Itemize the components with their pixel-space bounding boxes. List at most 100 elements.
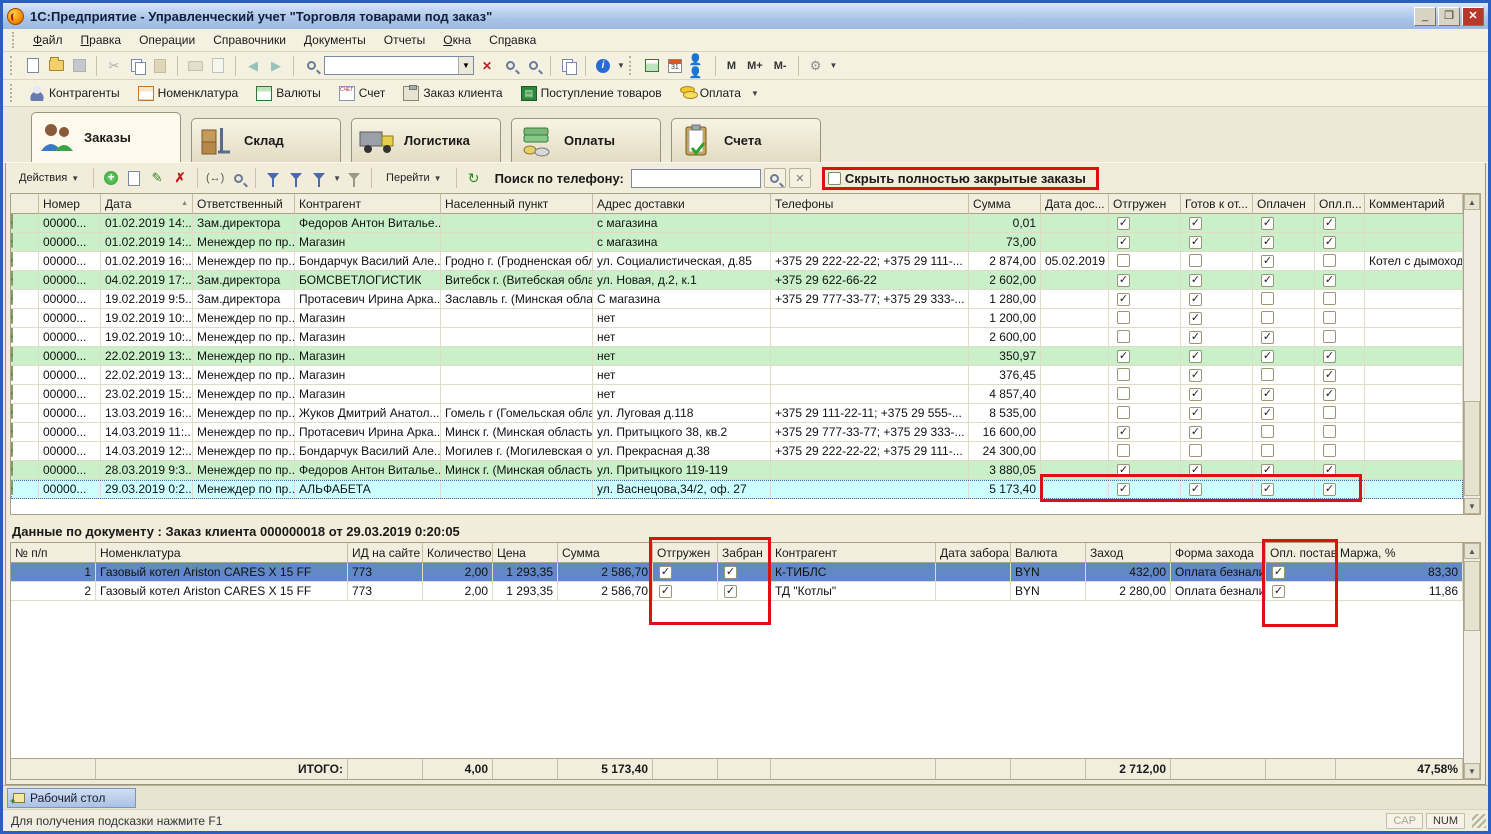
ready-checkbox[interactable]: ✓	[1189, 388, 1202, 401]
orders-scroll-thumb[interactable]	[1464, 401, 1480, 496]
minimize-button[interactable]: _	[1414, 7, 1436, 26]
doc-vertical-scrollbar[interactable]: ▲ ▼	[1464, 542, 1481, 780]
paid2-checkbox[interactable]	[1323, 406, 1336, 419]
ready-checkbox[interactable]: ✓	[1189, 407, 1202, 420]
order-row-1[interactable]: 00000...01.02.2019 14:...Зам.директораФе…	[11, 214, 1463, 233]
doc-scroll-down-icon[interactable]: ▼	[1464, 763, 1480, 779]
orders-col-icon[interactable]	[11, 194, 39, 214]
memory-plus-button[interactable]: M+	[743, 58, 767, 74]
ready-checkbox[interactable]	[1189, 444, 1202, 457]
order-row-3[interactable]: 00000...01.02.2019 16:...Менеждер по пр.…	[11, 252, 1463, 271]
shipped-checkbox[interactable]	[1117, 254, 1130, 267]
refresh-icon[interactable]: ↻	[464, 168, 484, 188]
add-row-icon[interactable]: +	[101, 168, 121, 188]
paid-checkbox[interactable]	[1261, 311, 1274, 324]
orders-col-phones[interactable]: Телефоны	[771, 194, 969, 214]
wrench-icon[interactable]: ⚙	[806, 56, 826, 76]
cut-icon[interactable]: ✂	[104, 56, 124, 76]
menu-item-1[interactable]: Файл	[24, 31, 72, 49]
menu-item-6[interactable]: Отчеты	[375, 31, 434, 49]
order-row-6[interactable]: 00000...19.02.2019 10:...Менеждер по пр.…	[11, 309, 1463, 328]
orders-col-shipped[interactable]: Отгружен	[1109, 194, 1181, 214]
orders-col-contr[interactable]: Контрагент	[295, 194, 441, 214]
close-button[interactable]: ✕	[1462, 7, 1484, 26]
ready-checkbox[interactable]: ✓	[1189, 236, 1202, 249]
menu-item-8[interactable]: Справка	[480, 31, 545, 49]
orders-col-addr[interactable]: Адрес доставки	[593, 194, 771, 214]
order-row-9[interactable]: 00000...22.02.2019 13:...Менеждер по пр.…	[11, 366, 1463, 385]
paid-checkbox[interactable]	[1261, 368, 1274, 381]
paid2-checkbox[interactable]	[1323, 425, 1336, 438]
ready-checkbox[interactable]: ✓	[1189, 293, 1202, 306]
paid-checkbox[interactable]: ✓	[1261, 274, 1274, 287]
paid-checkbox[interactable]: ✓	[1261, 236, 1274, 249]
quick-button-contragents[interactable]: Контрагенты	[23, 83, 126, 104]
doc-col-site_id[interactable]: ИД на сайте	[348, 543, 423, 563]
ready-checkbox[interactable]	[1189, 254, 1202, 267]
doc-col-margin[interactable]: Маржа, %	[1336, 543, 1463, 563]
add-copy-icon[interactable]	[124, 168, 144, 188]
quick-toolbar-overflow-icon[interactable]: ▼	[751, 89, 759, 98]
shipped-checkbox[interactable]: ✓	[1117, 464, 1130, 477]
delete-icon[interactable]: ✗	[170, 168, 190, 188]
tab-orders[interactable]: Заказы	[31, 112, 181, 162]
shipped-checkbox[interactable]	[1117, 311, 1130, 324]
shipped-checkbox[interactable]: ✓	[1117, 236, 1130, 249]
paid-checkbox[interactable]: ✓	[1261, 388, 1274, 401]
paid2-checkbox[interactable]: ✓	[1323, 217, 1336, 230]
menu-item-7[interactable]: Окна	[434, 31, 480, 49]
tab-logistics[interactable]: Логистика	[351, 118, 501, 162]
doc-row-2[interactable]: 2Газовый котел Ariston CARES X 15 FF7732…	[11, 582, 1463, 601]
shipped-checkbox[interactable]: ✓	[659, 585, 672, 598]
order-row-12[interactable]: 00000...14.03.2019 11:...Менеждер по пр.…	[11, 423, 1463, 442]
ready-checkbox[interactable]: ✓	[1189, 312, 1202, 325]
search-icon[interactable]	[301, 56, 321, 76]
tab-warehouse[interactable]: Склад	[191, 118, 341, 162]
doc-scroll-up-icon[interactable]: ▲	[1464, 543, 1480, 559]
hide-closed-checkbox[interactable]	[828, 172, 841, 185]
find-prev-icon[interactable]	[523, 56, 543, 76]
shipped-checkbox[interactable]	[1117, 330, 1130, 343]
clear-filter-icon[interactable]	[344, 168, 364, 188]
calendar-icon[interactable]: 31	[665, 56, 685, 76]
open-icon[interactable]	[46, 56, 66, 76]
doc-col-form[interactable]: Форма захода	[1171, 543, 1266, 563]
orders-col-ready[interactable]: Готов к от...	[1181, 194, 1253, 214]
order-row-5[interactable]: 00000...19.02.2019 9:5...Зам.директораПр…	[11, 290, 1463, 309]
paid2-checkbox[interactable]: ✓	[1323, 350, 1336, 363]
wrench-dropdown-icon[interactable]: ▼	[830, 61, 838, 70]
order-row-10[interactable]: 00000...23.02.2019 15:...Менеждер по пр.…	[11, 385, 1463, 404]
goto-button[interactable]: Перейти▼	[379, 168, 449, 188]
copy-icon[interactable]	[127, 56, 147, 76]
orders-col-city[interactable]: Населенный пункт	[441, 194, 593, 214]
doc-col-paid_sup[interactable]: Опл. поставщ...	[1266, 543, 1336, 563]
maximize-button[interactable]: ❐	[1438, 7, 1460, 26]
paid2-checkbox[interactable]: ✓	[1323, 236, 1336, 249]
paid2-checkbox[interactable]: ✓	[1323, 464, 1336, 477]
order-row-8[interactable]: 00000...22.02.2019 13:...Менеждер по пр.…	[11, 347, 1463, 366]
ready-checkbox[interactable]: ✓	[1189, 350, 1202, 363]
find-by-number-icon[interactable]	[228, 168, 248, 188]
table-settings-icon[interactable]	[642, 56, 662, 76]
copy-special-icon[interactable]	[558, 56, 578, 76]
menu-item-4[interactable]: Справочники	[204, 31, 295, 49]
phone-search-button[interactable]	[764, 168, 786, 188]
doc-col-nom[interactable]: Номенклатура	[96, 543, 348, 563]
scroll-down-icon[interactable]: ▼	[1464, 498, 1480, 514]
orders-col-ddate[interactable]: Дата дос...	[1041, 194, 1109, 214]
memory-minus-button[interactable]: M-	[770, 58, 791, 74]
shipped-checkbox[interactable]: ✓	[1117, 350, 1130, 363]
paid2-checkbox[interactable]	[1323, 444, 1336, 457]
shipped-checkbox[interactable]	[1117, 444, 1130, 457]
ready-checkbox[interactable]: ✓	[1189, 369, 1202, 382]
paid2-checkbox[interactable]: ✓	[1323, 369, 1336, 382]
tab-invoices[interactable]: Счета	[671, 118, 821, 162]
menu-item-3[interactable]: Операции	[130, 31, 204, 49]
orders-col-num[interactable]: Номер	[39, 194, 101, 214]
doc-col-n[interactable]: № п/п	[11, 543, 96, 563]
menu-item-2[interactable]: Правка	[72, 31, 131, 49]
save-icon[interactable]	[69, 56, 89, 76]
doc-col-pickup[interactable]: Дата забора	[936, 543, 1011, 563]
menu-item-5[interactable]: Документы	[295, 31, 375, 49]
ready-checkbox[interactable]: ✓	[1189, 483, 1202, 496]
